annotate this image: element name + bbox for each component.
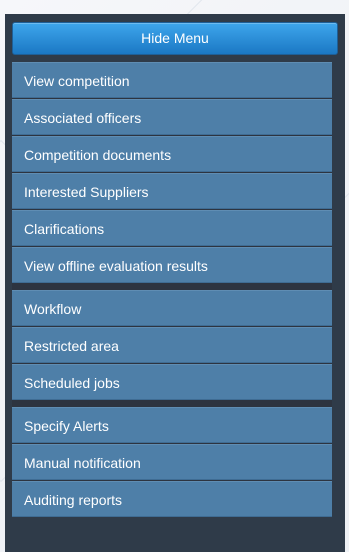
menu-item-interested-suppliers[interactable]: Interested Suppliers [12, 173, 332, 209]
menu-section: Specify Alerts Manual notification Audit… [12, 407, 332, 517]
app-view: c Hide Menu View competition Associated … [0, 0, 349, 552]
menu-item-scheduled-jobs[interactable]: Scheduled jobs [12, 364, 332, 400]
menu-item-view-competition[interactable]: View competition [12, 62, 332, 98]
menu-item-view-offline-evaluation-results[interactable]: View offline evaluation results [12, 247, 332, 283]
menu-item-competition-documents[interactable]: Competition documents [12, 136, 332, 172]
hide-menu-button[interactable]: Hide Menu [12, 22, 338, 55]
menu-list: View competition Associated officers Com… [12, 62, 332, 517]
menu-item-workflow[interactable]: Workflow [12, 290, 332, 326]
menu-section: Workflow Restricted area Scheduled jobs [12, 290, 332, 400]
menu-item-restricted-area[interactable]: Restricted area [12, 327, 332, 363]
menu-item-specify-alerts[interactable]: Specify Alerts [12, 407, 332, 443]
menu-item-manual-notification[interactable]: Manual notification [12, 444, 332, 480]
menu-item-associated-officers[interactable]: Associated officers [12, 99, 332, 135]
menu-item-clarifications[interactable]: Clarifications [12, 210, 332, 246]
menu-section: View competition Associated officers Com… [12, 62, 332, 283]
menu-item-auditing-reports[interactable]: Auditing reports [12, 481, 332, 517]
